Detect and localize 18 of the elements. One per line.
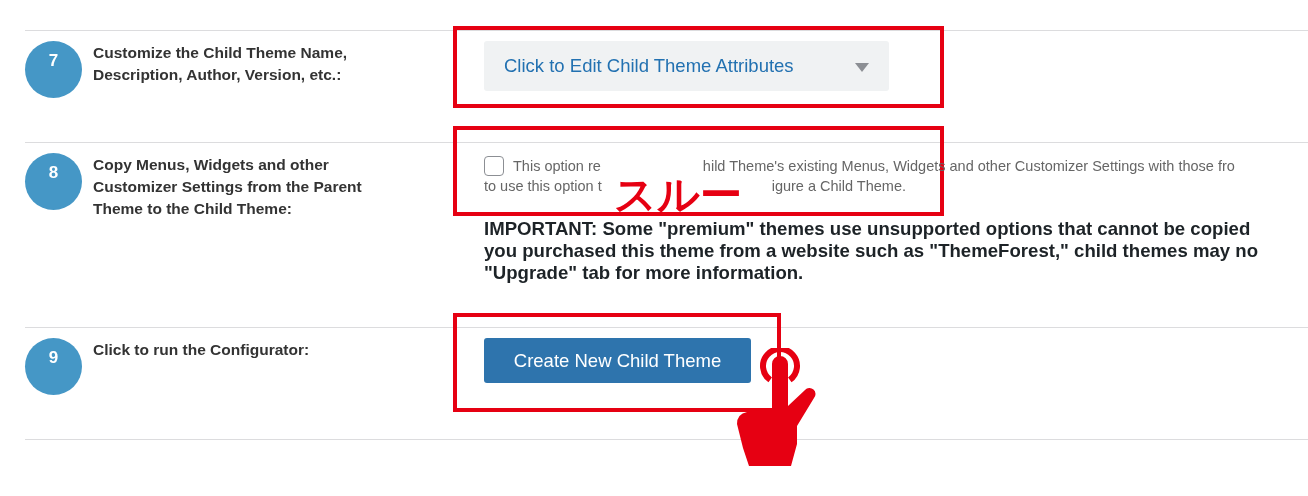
important-notice: you purchased this theme from a website such as "ThemeForest," child themes may no (484, 240, 1258, 262)
edit-attributes-dropdown[interactable]: Click to Edit Child Theme Attributes (484, 41, 889, 91)
step-label: Customize the Child Theme Name, Description, Author, Version, etc.: (93, 43, 349, 85)
option-description: This option re (513, 158, 601, 174)
step-number: 7 (25, 41, 82, 98)
hand-pointer-icon (737, 348, 817, 466)
create-child-theme-button[interactable]: Create New Child Theme (484, 338, 751, 383)
annotation-text: スルー (614, 174, 742, 216)
step-label: Copy Menus, Widgets and other Customizer Settings from the Parent Theme to the Child Theme: (93, 155, 363, 219)
option-description: igure a Child Theme. (771, 178, 907, 194)
important-notice: "Upgrade" tab for more information. (484, 262, 805, 284)
step-label: Click to run the Configurator: (93, 340, 311, 360)
step-number: 9 (25, 338, 82, 395)
step-number: 8 (25, 153, 82, 210)
checkbox[interactable] (484, 156, 504, 176)
caret-icon (855, 63, 869, 72)
important-notice: IMPORTANT: Some "premium" themes use unsupported options that cannot be copied (484, 218, 1252, 240)
option-description: to use this option t (484, 178, 602, 194)
